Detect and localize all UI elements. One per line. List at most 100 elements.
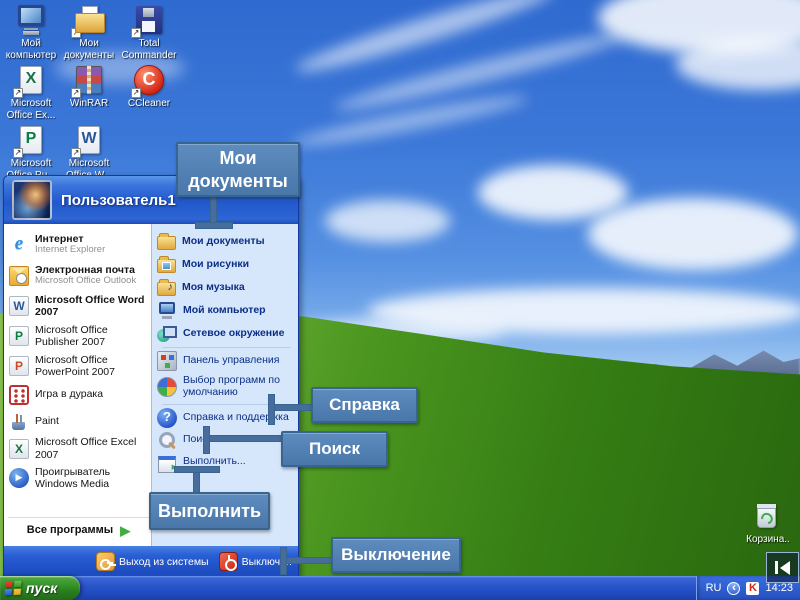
menu-item-my-pictures[interactable]: Мои рисунки bbox=[157, 253, 296, 276]
desktop-icon-word[interactable]: Microsoft Office W... bbox=[60, 124, 118, 181]
shortcut-arrow-icon bbox=[71, 88, 81, 98]
cumulus-cloud bbox=[325, 200, 450, 242]
powerpoint-icon bbox=[9, 356, 29, 376]
language-indicator[interactable]: RU bbox=[706, 582, 722, 594]
publisher-icon bbox=[9, 326, 29, 346]
word-icon bbox=[71, 124, 105, 158]
menu-item-title: Microsoft Office Word 2007 bbox=[35, 293, 145, 318]
ccleaner-icon bbox=[131, 64, 165, 98]
cumulus-cloud bbox=[588, 198, 798, 270]
run-icon bbox=[157, 452, 177, 473]
network-icon bbox=[157, 324, 177, 344]
menu-item-network[interactable]: Сетевое окружение bbox=[157, 322, 296, 345]
menu-item-label: Моя музыка bbox=[182, 280, 245, 293]
desktop-icon-total-commander[interactable]: Total Commander bbox=[120, 4, 178, 61]
callout-connector bbox=[204, 427, 209, 453]
log-off-key-icon bbox=[96, 552, 115, 571]
shortcut-arrow-icon bbox=[71, 148, 81, 158]
music-folder-icon bbox=[157, 279, 176, 296]
menu-item-title: Paint bbox=[35, 415, 59, 428]
desktop-icon-ccleaner[interactable]: CCleaner bbox=[120, 64, 178, 110]
windows-xp-desktop: Мой компьютер Мои документы Total Comman… bbox=[0, 0, 800, 600]
menu-item-windows-media[interactable]: Проигрыватель Windows Media bbox=[8, 462, 149, 494]
desktop-icon-label: Мои документы bbox=[63, 38, 115, 61]
menu-item-publisher[interactable]: Microsoft Office Publisher 2007 bbox=[8, 321, 149, 351]
callout-connector bbox=[206, 436, 281, 441]
shortcut-arrow-icon bbox=[131, 88, 141, 98]
callout-search: Поиск bbox=[281, 431, 388, 467]
tray-chevron-icon[interactable] bbox=[727, 580, 741, 595]
menu-item-powerpoint[interactable]: Microsoft Office PowerPoint 2007 bbox=[8, 351, 149, 381]
desktop-icon-recycle-bin[interactable]: Корзина.. bbox=[740, 500, 796, 546]
callout-run: Выполнить bbox=[149, 492, 270, 530]
menu-item-label: Панель управления bbox=[183, 354, 280, 367]
callout-connector bbox=[283, 558, 331, 563]
recycle-bin-icon bbox=[752, 500, 784, 532]
cumulus-cloud bbox=[478, 165, 628, 220]
desktop-icon-publisher[interactable]: Microsoft Office Pu... bbox=[2, 124, 60, 181]
winrar-books-icon bbox=[71, 64, 105, 98]
skip-back-icon bbox=[775, 561, 778, 574]
menu-item-my-documents[interactable]: Мои документы bbox=[157, 230, 296, 253]
menu-item-title: Проигрыватель Windows Media bbox=[35, 465, 111, 490]
taskbar-clock[interactable]: 14:23 bbox=[765, 582, 793, 594]
desktop-icon-label: Total Commander bbox=[121, 38, 177, 61]
desktop-icon-my-documents[interactable]: Мои документы bbox=[60, 4, 118, 61]
pictures-folder-icon bbox=[157, 256, 176, 273]
slide-back-button[interactable] bbox=[766, 552, 799, 583]
windows-media-player-icon bbox=[9, 468, 29, 488]
start-button[interactable]: пуск bbox=[0, 576, 80, 600]
documents-folder-icon bbox=[71, 4, 105, 38]
shortcut-arrow-icon bbox=[13, 88, 23, 98]
callout-connector bbox=[175, 467, 219, 472]
skip-back-icon bbox=[780, 560, 790, 575]
menu-item-email[interactable]: Электронная почта Microsoft Office Outloo… bbox=[8, 260, 149, 291]
default-programs-icon bbox=[157, 377, 177, 397]
control-panel-icon bbox=[157, 351, 177, 371]
all-programs-arrow-icon: ▶ bbox=[120, 522, 131, 538]
menu-item-word[interactable]: Microsoft Office Word 2007 bbox=[8, 291, 149, 321]
menu-item-label: Выбор программ по умолчанию bbox=[183, 374, 280, 398]
menu-item-excel[interactable]: Microsoft Office Excel 2007 bbox=[8, 435, 149, 462]
all-programs-button[interactable]: Все программы ▶ bbox=[8, 517, 149, 542]
start-menu-pinned-column: ИнтернетInternet Explorer Электронная по… bbox=[4, 224, 151, 546]
power-icon bbox=[218, 552, 238, 571]
callout-help: Справка bbox=[311, 387, 418, 423]
start-button-label: пуск bbox=[26, 580, 58, 596]
menu-item-help-support[interactable]: Справка и поддержка bbox=[157, 407, 296, 429]
callout-connector bbox=[269, 395, 274, 424]
excel-icon bbox=[9, 438, 29, 459]
menu-item-title: Игра в дурака bbox=[35, 388, 104, 401]
desktop-icon-winrar[interactable]: WinRAR bbox=[60, 64, 118, 110]
shortcut-arrow-icon bbox=[71, 28, 81, 38]
shortcut-arrow-icon bbox=[13, 148, 23, 158]
menu-item-title: Microsoft Office Excel 2007 bbox=[35, 436, 137, 461]
excel-icon bbox=[13, 64, 47, 98]
desktop-icon-my-computer[interactable]: Мой компьютер bbox=[2, 4, 60, 61]
callout-connector bbox=[211, 196, 216, 226]
all-programs-label: Все программы bbox=[26, 524, 114, 536]
desktop-icon-excel[interactable]: Microsoft Office Ex... bbox=[2, 64, 60, 121]
my-computer-icon bbox=[15, 4, 47, 36]
menu-item-internet[interactable]: ИнтернетInternet Explorer bbox=[8, 229, 149, 260]
menu-item-default-programs[interactable]: Выбор программ по умолчанию bbox=[157, 372, 296, 402]
menu-item-paint[interactable]: Paint bbox=[8, 408, 149, 435]
menu-item-my-music[interactable]: Моя музыка bbox=[157, 276, 296, 299]
callout-my-documents: Мои документы bbox=[176, 142, 300, 197]
publisher-icon bbox=[13, 124, 47, 158]
callout-connector bbox=[281, 548, 286, 574]
recycle-bin-label: Корзина.. bbox=[746, 534, 790, 545]
menu-divider bbox=[162, 347, 291, 348]
menu-item-card-game[interactable]: Игра в дурака bbox=[8, 381, 149, 408]
desktop-icon-label: Мой компьютер bbox=[5, 38, 57, 61]
internet-explorer-icon bbox=[9, 233, 29, 255]
log-off-button[interactable]: Выход из системы bbox=[96, 552, 209, 571]
word-icon bbox=[9, 296, 29, 316]
desktop-icon-label: CCleaner bbox=[127, 98, 171, 109]
kaspersky-tray-icon[interactable] bbox=[746, 581, 760, 595]
menu-item-control-panel[interactable]: Панель управления bbox=[157, 350, 296, 372]
floppy-disk-icon bbox=[131, 4, 165, 38]
menu-item-label: Сетевое окружение bbox=[183, 326, 285, 339]
menu-item-my-computer[interactable]: Мой компьютер bbox=[157, 299, 296, 322]
cirrus-cloud bbox=[290, 89, 530, 153]
